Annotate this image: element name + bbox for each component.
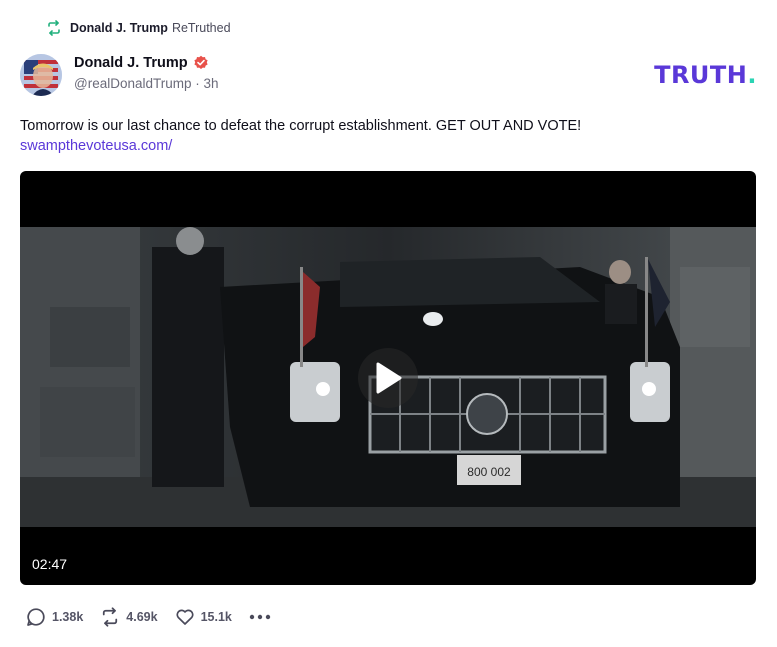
retruth-button[interactable]: 4.69k (100, 607, 158, 627)
post-text: Tomorrow is our last chance to defeat th… (20, 118, 582, 134)
retruth-row: Donald J. Trump ReTruthed (46, 18, 231, 38)
heart-icon (175, 607, 195, 627)
play-button[interactable] (358, 348, 418, 408)
post-header: Donald J. Trump @realDonaldTrump · 3h TR… (20, 53, 757, 99)
retruth-icon (100, 607, 120, 627)
action-bar: 1.38k 4.69k 15.1k (26, 606, 271, 628)
post-link[interactable]: swampthevoteusa.com/ (20, 136, 760, 156)
video-player[interactable]: 800 002 02:47 (20, 171, 756, 585)
avatar[interactable] (20, 54, 62, 96)
author-block: Donald J. Trump @realDonaldTrump · 3h (74, 55, 219, 91)
verified-badge-icon (193, 55, 209, 71)
reply-button[interactable]: 1.38k (26, 607, 83, 627)
more-options-button[interactable] (249, 614, 271, 620)
retruth-label: ReTruthed (171, 21, 231, 35)
reply-icon (26, 607, 46, 627)
author-name-link[interactable]: Donald J. Trump (74, 55, 188, 71)
retruth-icon (46, 20, 62, 36)
more-options-icon (249, 614, 271, 620)
truth-social-logo[interactable]: TRUTH. (654, 61, 757, 89)
retruth-author-link[interactable]: Donald J. Trump (70, 21, 168, 35)
like-button[interactable]: 15.1k (175, 607, 232, 627)
retruth-count: 4.69k (126, 610, 158, 624)
reply-count: 1.38k (52, 610, 84, 624)
post-body: Tomorrow is our last chance to defeat th… (20, 116, 760, 156)
like-count: 15.1k (200, 610, 232, 624)
video-duration: 02:47 (32, 556, 68, 572)
license-plate: 800 002 (467, 465, 511, 479)
play-icon (373, 361, 403, 395)
handle-timestamp: @realDonaldTrump · 3h (74, 76, 219, 91)
